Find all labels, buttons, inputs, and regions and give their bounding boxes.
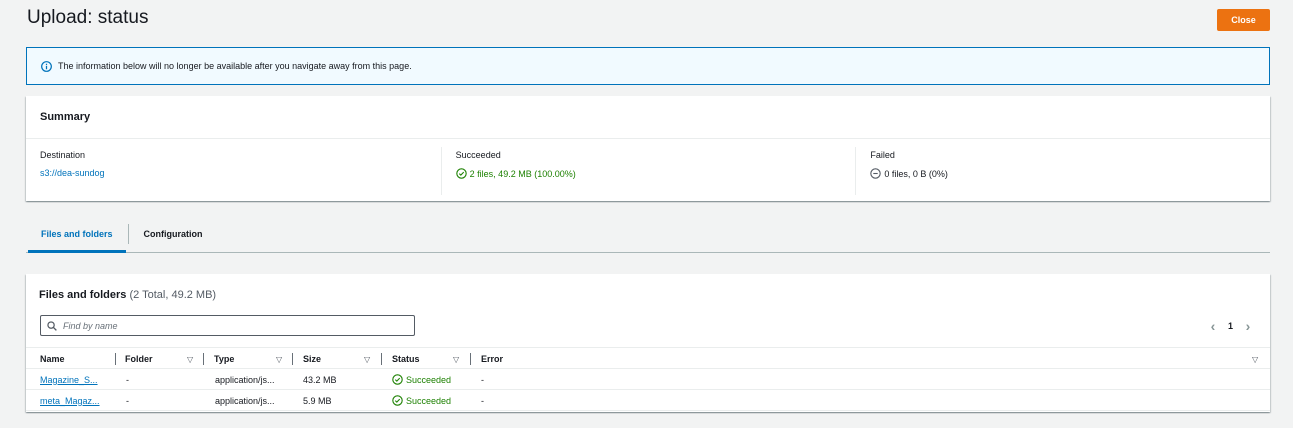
page-title: Upload: status	[27, 7, 149, 28]
sort-caret-icon: ▽	[1252, 354, 1259, 364]
success-check-icon	[455, 168, 467, 179]
column-header-size[interactable]: Size ▽	[303, 348, 383, 370]
status-cell: Succeeded	[392, 369, 451, 390]
search-input[interactable]	[63, 320, 403, 331]
succeeded-label: Succeeded	[455, 150, 501, 160]
files-title: Files and folders	[39, 289, 127, 301]
type-cell: application/js...	[215, 395, 275, 406]
page-number[interactable]: 1	[1228, 321, 1233, 331]
close-button[interactable]: Close	[1217, 9, 1270, 31]
type-cell: application/js...	[215, 374, 275, 385]
file-name-link[interactable]: Magazine_S...	[40, 375, 98, 385]
search-field[interactable]	[40, 315, 415, 336]
succeeded-value: 2 files, 49.2 MB (100.00%)	[469, 168, 576, 179]
sort-caret-icon: ▽	[453, 354, 460, 364]
info-icon	[41, 60, 52, 72]
search-icon	[47, 320, 57, 331]
next-page-icon[interactable]: ›	[1241, 318, 1255, 334]
sort-caret-icon: ▽	[276, 354, 283, 364]
files-count: (2 Total, 49.2 MB)	[129, 289, 217, 301]
destination-link[interactable]: s3://dea-sundog	[40, 168, 105, 178]
table-header: Name Folder ▽ Type ▽ Size ▽ Status ▽ Error ▽	[26, 347, 1270, 369]
status-cell: Succeeded	[392, 390, 451, 411]
sort-caret-icon: ▽	[364, 354, 371, 364]
sort-caret-icon: ▽	[187, 354, 194, 364]
summary-title: Summary	[26, 96, 1270, 139]
files-header: Files and folders (2 Total, 49.2 MB)	[39, 289, 216, 301]
failed-column: Failed 0 files, 0 B (0%)	[855, 147, 1270, 195]
previous-page-icon[interactable]: ‹	[1206, 318, 1220, 334]
tab-files-and-folders[interactable]: Files and folders	[26, 215, 128, 253]
minus-circle-icon	[870, 168, 882, 179]
alert-text: The information below will no longer be …	[58, 61, 412, 71]
folder-cell: -	[126, 374, 129, 385]
success-check-icon	[392, 395, 403, 406]
failed-label: Failed	[870, 150, 895, 160]
tabs: Files and folders Configuration	[26, 215, 1270, 253]
table-row: meta_Magaz... - application/js... 5.9 MB…	[26, 390, 1270, 411]
destination-label: Destination	[40, 150, 86, 160]
succeeded-column: Succeeded 2 files, 49.2 MB (100.00%)	[440, 147, 856, 195]
column-header-error[interactable]: Error ▽	[481, 348, 1261, 370]
column-header-name[interactable]: Name	[40, 348, 65, 370]
files-panel: Files and folders (2 Total, 49.2 MB) ‹ 1…	[26, 274, 1270, 412]
destination-column: Destination s3://dea-sundog	[26, 147, 441, 195]
info-alert: The information below will no longer be …	[26, 47, 1270, 85]
status-text: Succeeded	[406, 395, 452, 406]
summary-panel: Summary Destination s3://dea-sundog Succ…	[26, 96, 1270, 201]
column-header-type[interactable]: Type ▽	[214, 348, 294, 370]
files-table: Name Folder ▽ Type ▽ Size ▽ Status ▽ Error ▽ …	[26, 347, 1270, 411]
pagination: ‹ 1 ›	[1206, 318, 1255, 334]
status-text: Succeeded	[406, 374, 452, 385]
tab-configuration[interactable]: Configuration	[129, 215, 218, 252]
folder-cell: -	[126, 395, 129, 406]
table-row: Magazine_S... - application/js... 43.2 M…	[26, 369, 1270, 390]
success-check-icon	[392, 374, 403, 385]
error-cell: -	[481, 395, 484, 406]
column-header-status[interactable]: Status ▽	[392, 348, 472, 370]
column-header-folder[interactable]: Folder ▽	[125, 348, 205, 370]
error-cell: -	[481, 374, 484, 385]
file-name-link[interactable]: meta_Magaz...	[40, 396, 100, 406]
size-cell: 43.2 MB	[303, 374, 337, 385]
failed-value: 0 files, 0 B (0%)	[884, 168, 948, 179]
size-cell: 5.9 MB	[303, 395, 332, 406]
